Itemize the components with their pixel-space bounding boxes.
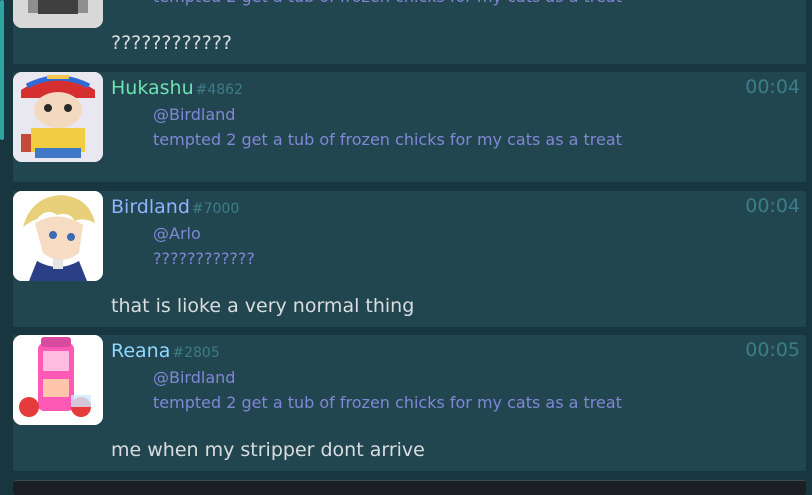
message-body: me when my stripper dont arrive bbox=[111, 439, 425, 461]
reply-mention[interactable]: @Birdland bbox=[153, 365, 235, 390]
reply-mention[interactable]: @Arlo bbox=[153, 221, 201, 246]
user-tag: #7000 bbox=[191, 201, 240, 217]
message-hukashu: Hukashu #4862 00:04 @Birdland tempted 2 g… bbox=[13, 72, 806, 182]
avatar-image bbox=[13, 72, 103, 162]
reply-text: tempted 2 get a tub of frozen chicks for… bbox=[153, 0, 622, 9]
avatar[interactable] bbox=[13, 191, 103, 281]
reply-text: tempted 2 get a tub of frozen chicks for… bbox=[153, 393, 622, 412]
username[interactable]: Hukashu #4862 bbox=[111, 76, 243, 102]
avatar-image bbox=[13, 0, 103, 28]
username-text[interactable]: Birdland bbox=[111, 196, 190, 218]
username-text[interactable]: Reana bbox=[111, 340, 170, 362]
timestamp: 00:04 bbox=[745, 76, 800, 98]
timestamp: 00:04 bbox=[745, 195, 800, 217]
username[interactable]: Reana #2805 bbox=[111, 339, 220, 365]
message-birdland: Birdland #7000 00:04 @Arlo ???????????? t… bbox=[13, 191, 806, 327]
reply-text: tempted 2 get a tub of frozen chicks for… bbox=[153, 130, 622, 149]
reply-mention[interactable]: @Birdland bbox=[153, 102, 235, 127]
user-tag: #2805 bbox=[172, 345, 220, 361]
avatar[interactable] bbox=[13, 335, 103, 425]
message-previous: tempted 2 get a tub of frozen chicks for… bbox=[13, 0, 806, 64]
timestamp: 00:05 bbox=[745, 339, 800, 361]
avatar-image bbox=[13, 335, 103, 425]
username-text[interactable]: Hukashu bbox=[111, 77, 194, 99]
reply-text: ???????????? bbox=[153, 249, 255, 268]
message-body: ???????????? bbox=[111, 32, 233, 54]
message-input[interactable] bbox=[13, 480, 806, 495]
message-reana: Reana #2805 00:05 @Birdland tempted 2 get… bbox=[13, 335, 806, 471]
user-tag: #4862 bbox=[195, 82, 243, 98]
avatar[interactable] bbox=[13, 72, 103, 162]
avatar-image bbox=[13, 191, 103, 281]
avatar[interactable] bbox=[13, 0, 103, 28]
message-feed: tempted 2 get a tub of frozen chicks for… bbox=[0, 0, 812, 491]
username[interactable]: Birdland #7000 bbox=[111, 195, 239, 221]
message-body: that is lioke a very normal thing bbox=[111, 295, 415, 317]
